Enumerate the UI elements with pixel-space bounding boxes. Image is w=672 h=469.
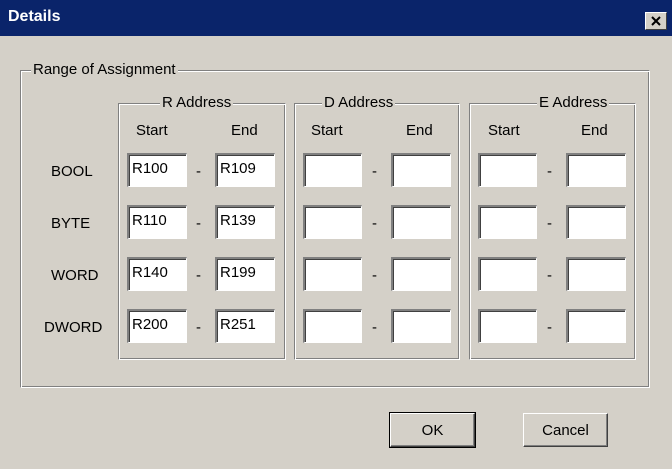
- title-bar: Details: [0, 0, 672, 36]
- e-start-field[interactable]: [478, 153, 537, 187]
- e-start-field[interactable]: [478, 309, 537, 343]
- close-icon: [651, 16, 661, 26]
- e-start-header: Start: [488, 122, 520, 139]
- close-button[interactable]: [645, 12, 667, 30]
- row-label-dword: DWORD: [44, 319, 103, 336]
- range-separator: -: [547, 319, 552, 336]
- d-start-field[interactable]: [303, 153, 362, 187]
- range-separator: -: [372, 319, 377, 336]
- r-address-label: R Address: [160, 94, 234, 112]
- range-separator: -: [372, 267, 377, 284]
- d-start-field[interactable]: [303, 205, 362, 239]
- range-separator: -: [547, 267, 552, 284]
- e-end-field[interactable]: [566, 309, 626, 343]
- r-start-field[interactable]: R110: [127, 205, 187, 239]
- ok-button[interactable]: OK: [389, 412, 476, 448]
- r-end-field[interactable]: R251: [215, 309, 275, 343]
- range-separator: -: [196, 319, 201, 336]
- e-end-field[interactable]: [566, 153, 626, 187]
- r-start-field[interactable]: R200: [127, 309, 187, 343]
- range-separator: -: [547, 215, 552, 232]
- d-end-field[interactable]: [391, 153, 451, 187]
- d-end-header: End: [406, 122, 433, 139]
- e-start-field[interactable]: [478, 205, 537, 239]
- cancel-button[interactable]: Cancel: [523, 413, 608, 447]
- range-separator: -: [547, 163, 552, 180]
- r-start-header: Start: [136, 122, 168, 139]
- e-end-field[interactable]: [566, 257, 626, 291]
- r-end-field[interactable]: R109: [215, 153, 275, 187]
- window-title: Details: [8, 8, 61, 25]
- row-label-bool: BOOL: [51, 163, 93, 180]
- d-address-label: D Address: [322, 94, 396, 112]
- e-start-field[interactable]: [478, 257, 537, 291]
- ok-button-label: OK: [421, 421, 444, 439]
- r-start-field[interactable]: R100: [127, 153, 187, 187]
- range-separator: -: [196, 267, 201, 284]
- cancel-button-label: Cancel: [542, 421, 589, 439]
- r-end-field[interactable]: R139: [215, 205, 275, 239]
- d-start-field[interactable]: [303, 309, 362, 343]
- row-label-word: WORD: [51, 267, 99, 284]
- d-start-header: Start: [311, 122, 343, 139]
- r-end-field[interactable]: R199: [215, 257, 275, 291]
- range-of-assignment-label: Range of Assignment: [31, 61, 178, 79]
- range-separator: -: [372, 215, 377, 232]
- e-end-field[interactable]: [566, 205, 626, 239]
- r-start-field[interactable]: R140: [127, 257, 187, 291]
- row-label-byte: BYTE: [51, 215, 91, 232]
- d-end-field[interactable]: [391, 205, 451, 239]
- r-end-header: End: [231, 122, 258, 139]
- range-separator: -: [196, 215, 201, 232]
- e-end-header: End: [581, 122, 608, 139]
- d-start-field[interactable]: [303, 257, 362, 291]
- range-separator: -: [196, 163, 201, 180]
- d-end-field[interactable]: [391, 309, 451, 343]
- e-address-label: E Address: [537, 94, 610, 112]
- d-end-field[interactable]: [391, 257, 451, 291]
- range-separator: -: [372, 163, 377, 180]
